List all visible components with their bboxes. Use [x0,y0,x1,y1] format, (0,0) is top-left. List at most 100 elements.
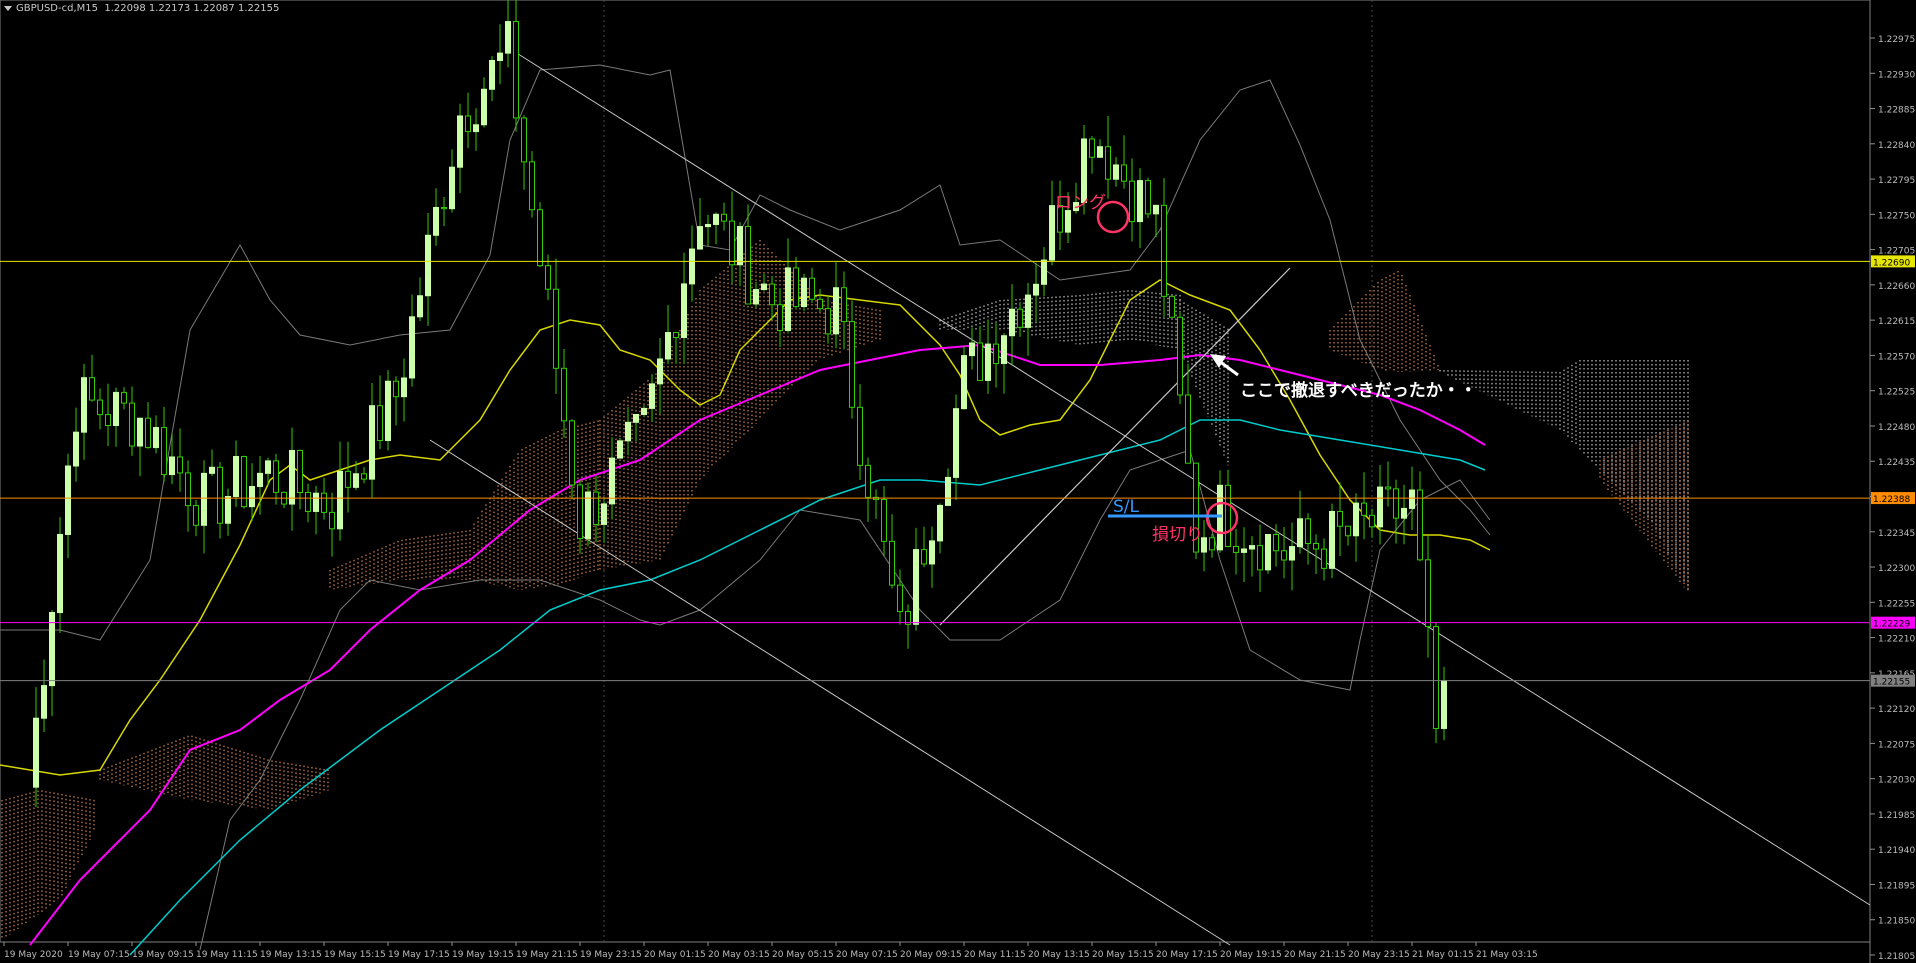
bull-candle [505,21,511,54]
time-tick-label: 20 May 07:15 [836,950,898,960]
bull-candle [457,115,463,168]
bear-candle [161,427,167,476]
bear-candle [537,209,543,267]
bull-candle [1265,533,1271,571]
bear-candle [145,417,151,449]
time-tick-label: 19 May 11:15 [196,950,258,960]
time-tick-label: 19 May 13:15 [260,950,322,960]
bull-candle [369,405,375,480]
level-price-label: 1.22155 [1873,678,1910,688]
bollinger-lower-band [199,449,1491,951]
bull-candle [689,248,695,285]
bull-candle [225,496,231,524]
level-price-label: 1.22690 [1873,258,1910,268]
bull-candle [665,332,671,360]
bear-candle [1393,488,1399,519]
bull-candle [209,466,215,474]
bear-candle [1105,146,1111,180]
bear-candle [825,308,831,335]
bear-candle [841,287,847,323]
price-tick-label: 1.22930 [1878,70,1915,80]
bear-candle [1233,545,1239,553]
bear-candle [545,265,551,290]
bull-candle [585,491,591,540]
bull-candle [929,540,935,565]
bear-candle [1417,489,1423,561]
bear-candle [881,499,887,542]
bull-candle [1153,204,1159,215]
trendline-down-long [514,51,1871,906]
bear-candle [321,492,327,513]
bull-candle [1049,205,1055,261]
bear-candle [569,420,575,486]
bull-candle [1409,489,1415,509]
bull-candle [1137,180,1143,223]
time-tick-label: 20 May 15:15 [1092,950,1154,960]
bear-candle [1225,484,1231,547]
bull-candle [249,486,255,508]
time-tick-label: 20 May 03:15 [708,950,770,960]
bull-candle [137,417,143,447]
price-tick-label: 1.22525 [1878,388,1915,398]
bull-candle [113,391,119,426]
time-tick-label: 19 May 09:15 [132,950,194,960]
price-tick-label: 1.22075 [1878,740,1915,750]
bear-candle [977,342,983,381]
bear-candle [729,220,735,266]
bull-candle [737,226,743,266]
bull-candle [481,88,487,126]
bull-candle [313,492,319,512]
bull-candle [945,476,951,506]
level-price-label: 1.22388 [1873,495,1910,505]
bull-candle [289,449,295,505]
bull-candle [409,316,415,379]
price-tick-label: 1.22705 [1878,247,1915,257]
price-chart[interactable]: 1.22975 1.22930 1.22885 1.22840 1.22795 1.227… [0,0,1916,963]
bear-candle [89,377,95,401]
price-tick-label: 1.22120 [1878,705,1915,715]
bull-candle [985,343,991,381]
bull-candle [937,504,943,542]
bear-candle [1425,559,1431,628]
bear-candle [993,343,999,365]
bull-candle [49,612,55,687]
bull-candle [1353,502,1359,537]
time-tick-label: 21 May 01:15 [1412,950,1474,960]
bear-candle [393,380,399,398]
bear-candle [521,117,527,163]
bear-candle [1121,164,1127,182]
bear-candle [193,505,199,526]
bear-candle [241,456,247,508]
bear-candle [1321,548,1327,569]
time-tick-label: 19 May 17:15 [388,950,450,960]
bull-candle [1009,308,1015,337]
cut-loss-label: 損切り [1152,525,1203,545]
time-tick-label: 19 May 2020 [4,950,63,960]
price-tick-label: 1.22345 [1878,529,1915,539]
kumo-cloud-6 [939,290,1181,350]
bear-candle [1089,138,1095,158]
bear-candle [1257,545,1263,571]
bull-candle [961,355,967,410]
bear-candle [1017,308,1023,328]
bull-candle [1241,548,1247,553]
time-tick-label: 19 May 07:15 [68,950,130,960]
bull-candle [1033,283,1039,296]
bull-candle [73,431,79,467]
bull-candle [169,456,175,476]
price-tick-label: 1.22300 [1878,564,1915,574]
bear-candle [777,304,783,332]
bull-candle [761,283,767,291]
bear-candle [1337,510,1343,527]
bear-candle [345,470,351,488]
bull-candle [609,457,615,505]
time-tick-label: 20 May 23:15 [1348,950,1410,960]
comment-annotation: ここで撤退すべきだったか・・ [1240,380,1477,401]
bear-candle [441,206,447,210]
bull-candle [57,533,63,614]
bear-candle [1169,295,1175,318]
entry-circle [1096,200,1130,234]
bull-candle [953,408,959,478]
price-tick-label: 1.22840 [1878,141,1915,151]
price-tick-label: 1.22210 [1878,635,1915,645]
